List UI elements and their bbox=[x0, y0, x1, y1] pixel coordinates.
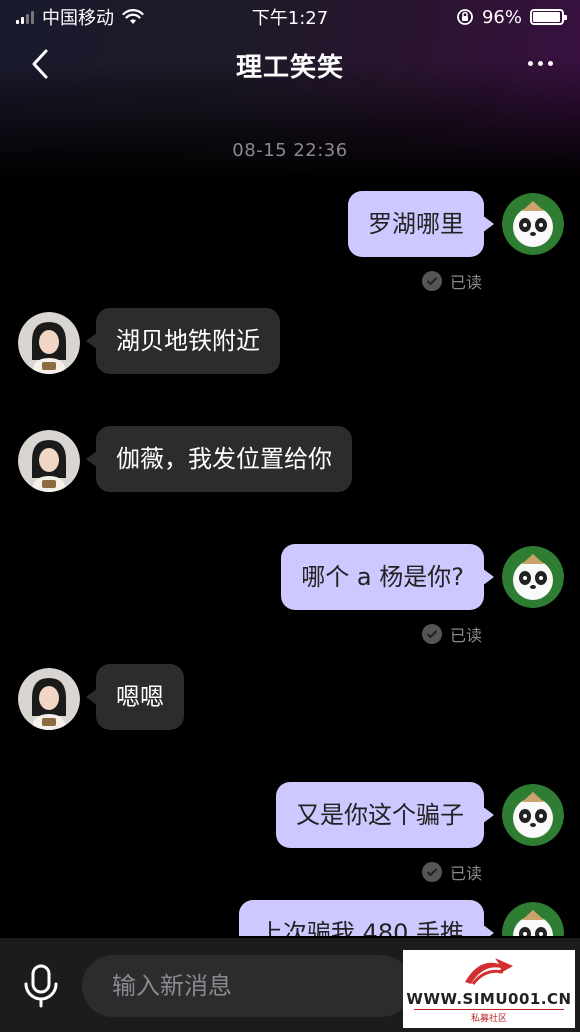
chevron-left-icon bbox=[32, 49, 48, 79]
message-timestamp: 08-15 22:36 bbox=[232, 140, 348, 161]
read-receipt: 已读 bbox=[421, 860, 482, 884]
nav-bar: 理工笑笑 bbox=[0, 34, 580, 96]
wifi-icon bbox=[122, 9, 144, 24]
self-avatar[interactable] bbox=[502, 546, 564, 608]
battery-icon bbox=[530, 9, 567, 25]
message-input[interactable] bbox=[82, 955, 412, 1017]
voice-button[interactable] bbox=[22, 964, 60, 1008]
self-avatar[interactable] bbox=[502, 902, 564, 936]
back-button[interactable] bbox=[22, 46, 58, 82]
message-bubble[interactable]: 上次骗我 480 手推 bbox=[238, 900, 495, 936]
more-button[interactable] bbox=[520, 48, 560, 78]
more-dots-icon bbox=[527, 60, 533, 66]
contact-avatar[interactable] bbox=[18, 430, 80, 492]
battery-percent: 96% bbox=[481, 6, 522, 28]
status-bar: 中国移动 下午1:27 96% bbox=[0, 0, 580, 34]
self-avatar[interactable] bbox=[502, 784, 564, 846]
orientation-lock-icon bbox=[457, 9, 473, 25]
message-bubble[interactable]: 伽薇，我发位置给你 bbox=[86, 426, 352, 492]
watermark-subtext: 私募社区 bbox=[414, 1009, 564, 1024]
microphone-icon bbox=[24, 964, 58, 1008]
watermark-text: WWW.SIMU001.CN bbox=[406, 990, 572, 1008]
self-avatar[interactable] bbox=[502, 193, 564, 255]
chat-title: 理工笑笑 bbox=[235, 52, 344, 83]
message-bubble[interactable]: 又是你这个骗子 bbox=[276, 782, 494, 848]
watermark-emblem-icon bbox=[465, 958, 513, 985]
signal-icon bbox=[16, 10, 34, 24]
check-icon bbox=[421, 862, 442, 882]
chat-area[interactable]: 08-15 22:36 罗湖哪里 已读 湖贝地铁附近 伽薇，我发位置给你 哪个 … bbox=[0, 96, 580, 936]
message-bubble[interactable]: 嗯嗯 bbox=[86, 664, 184, 730]
message-bubble[interactable]: 哪个 a 杨是你? bbox=[281, 544, 494, 610]
contact-avatar[interactable] bbox=[18, 668, 80, 730]
carrier-label: 中国移动 bbox=[42, 8, 114, 29]
read-receipt: 已读 bbox=[421, 622, 482, 646]
message-bubble[interactable]: 罗湖哪里 bbox=[348, 191, 494, 257]
message-bubble[interactable]: 湖贝地铁附近 bbox=[86, 308, 280, 374]
watermark-logo: WWW.SIMU001.CN 私募社区 bbox=[403, 950, 575, 1028]
read-receipt: 已读 bbox=[421, 269, 482, 293]
contact-avatar[interactable] bbox=[18, 312, 80, 374]
check-icon bbox=[421, 624, 442, 644]
check-icon bbox=[421, 271, 442, 291]
